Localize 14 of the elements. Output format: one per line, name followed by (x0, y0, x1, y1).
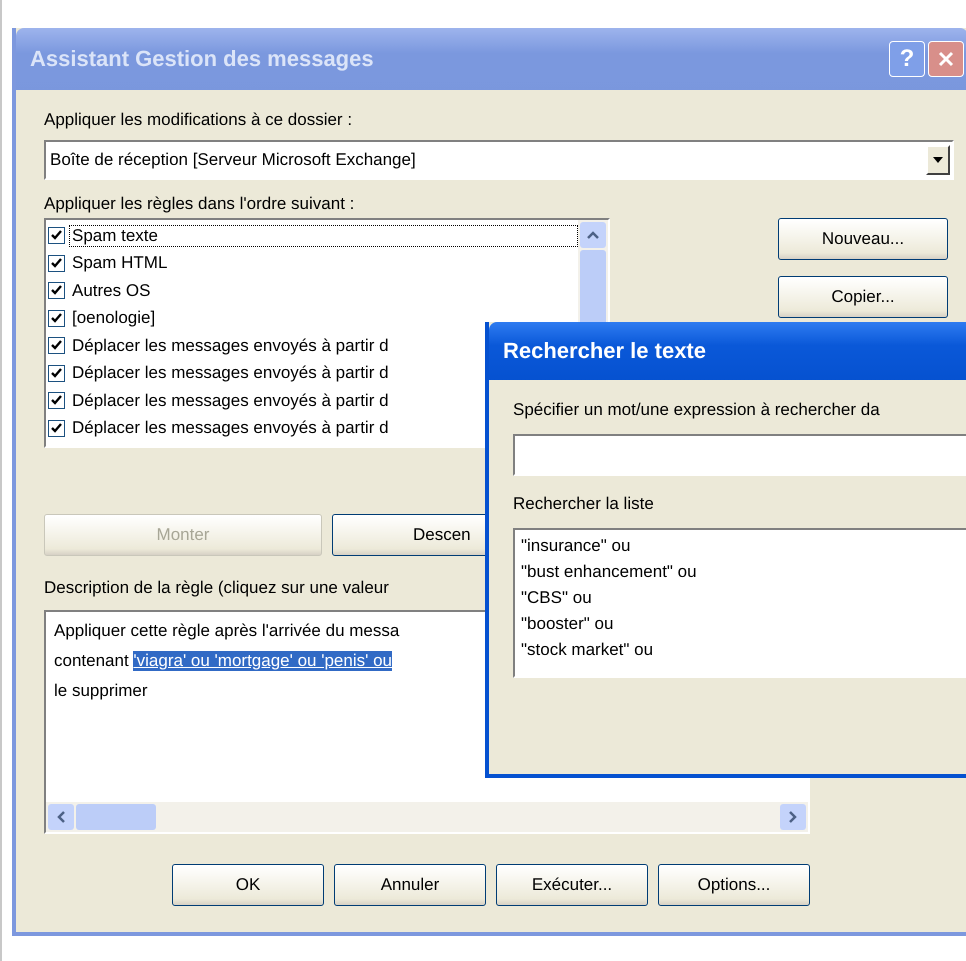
description-text: Appliquer cette règle après l'arrivée du messa (54, 621, 400, 641)
description-text: le supprimer (54, 681, 148, 701)
folder-label: Appliquer les modifications à ce dossier : (44, 110, 352, 130)
prompt-label: Spécifier un mot/une expression à rechercher da (513, 400, 880, 420)
list-item: "CBS" ou (521, 588, 592, 609)
description-text: contenant (54, 651, 130, 671)
list-item: "stock market" ou (521, 640, 654, 661)
list-item: "booster" ou (521, 614, 614, 635)
list-item: "bust enhancement" ou (521, 562, 697, 583)
description-label: Description de la règle (cliquez sur une valeur (44, 578, 389, 598)
window-title: Assistant Gestion des messages (30, 46, 375, 72)
rules-label: Appliquer les règles dans l'ordre suivant : (44, 194, 354, 214)
list-label: Rechercher la liste (513, 494, 654, 514)
window-title: Rechercher le texte (503, 338, 707, 364)
